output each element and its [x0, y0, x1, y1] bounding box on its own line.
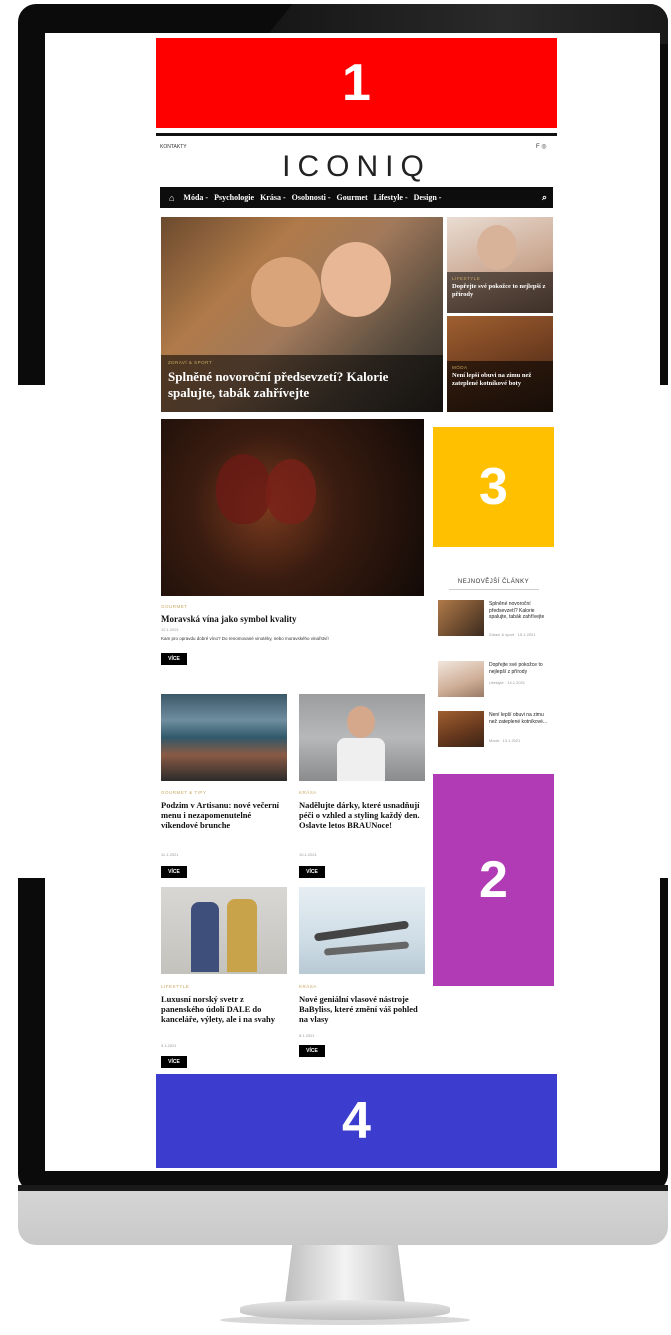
social-icons[interactable]: f ◎ — [536, 143, 547, 150]
feature-more-button[interactable]: VÍCE — [161, 653, 187, 665]
grid-person-face — [347, 706, 375, 738]
search-icon[interactable]: ⌕ — [542, 192, 547, 203]
grid-card-more-button[interactable]: VÍCE — [161, 866, 187, 878]
grid-card-title[interactable]: Podzim v Artisanu: nové večerní menu i n… — [161, 800, 287, 831]
nav-item-design[interactable]: Design - — [414, 193, 442, 202]
nav-item-psychologie[interactable]: Psychologie — [214, 193, 254, 202]
sidebar-item-meta: Lifestyle · 14.1.2021 — [489, 680, 526, 685]
nav-item-osobnosti[interactable]: Osobnosti - — [292, 193, 331, 202]
sidebar-title-rule — [449, 589, 539, 590]
hero-side-1-category[interactable]: LIFESTYLE — [452, 276, 480, 281]
bezel-cutout-right — [660, 385, 671, 878]
sidebar-item-title[interactable]: Splněné novoroční předsevzetí? Kalorie s… — [489, 601, 551, 621]
wine-glass-1 — [216, 454, 271, 524]
grid-card-title[interactable]: Nadělujte dárky, které usnadňují péči o … — [299, 800, 425, 831]
monitor-stand-neck — [285, 1245, 405, 1303]
header-rule — [156, 133, 557, 136]
nav-item-gourmet[interactable]: Gourmet — [337, 193, 368, 202]
grid-card-image[interactable] — [299, 694, 425, 781]
hero-person-face — [251, 257, 321, 327]
monitor-chin-edge — [18, 1185, 668, 1191]
sidebar-item-thumb[interactable] — [438, 600, 484, 636]
nav-item-moda[interactable]: Móda - — [183, 193, 208, 202]
nav-item-lifestyle[interactable]: Lifestyle - — [374, 193, 408, 202]
hero-side-card-2[interactable]: MÓDA Není lepší obuvi na zimu než zatepl… — [447, 316, 553, 412]
hero-side-card-1[interactable]: LIFESTYLE Dopřejte své pokožce to nejlep… — [447, 217, 553, 313]
sidebar-title: NEJNOVĚJŠÍ ČLÁNKY — [457, 579, 530, 585]
grid-card-more-button[interactable]: VÍCE — [299, 1045, 325, 1057]
sidebar-item-meta: Zdraví & sport · 15.1.2021 — [489, 632, 536, 637]
feature-excerpt: Kam pro opravdu dobré víno? Do renomovan… — [161, 636, 329, 641]
sidebar-item-meta: Móda · 13.1.2021 — [489, 738, 521, 743]
grid-card-image[interactable] — [299, 887, 425, 974]
grid-hair-tool — [313, 920, 410, 942]
ad-slot-number: 2 — [479, 851, 508, 909]
ad-slot-right-mid[interactable]: 2 — [433, 774, 554, 986]
sidebar-item-title[interactable]: Dopřejte své pokožce to nejlepší z příro… — [489, 662, 551, 675]
main-nav: ⌂ Móda - Psychologie Krása - Osobnosti -… — [160, 187, 553, 208]
ad-slot-top[interactable]: 1 — [156, 38, 557, 128]
site-logo[interactable]: ICONIQ — [156, 150, 557, 184]
grid-card-category[interactable]: GOURMET & TIPY — [161, 790, 206, 795]
bezel-cutout-left — [0, 385, 45, 878]
grid-card-category[interactable]: LIFESTYLE — [161, 984, 189, 989]
grid-hair-tool-2 — [323, 941, 410, 956]
home-icon[interactable]: ⌂ — [169, 193, 174, 203]
ad-slot-number: 3 — [479, 458, 508, 516]
ad-slot-number: 4 — [342, 1092, 371, 1150]
ad-slot-number: 1 — [342, 54, 371, 112]
grid-card-more-button[interactable]: VÍCE — [299, 866, 325, 878]
grid-card-more-button[interactable]: VÍCE — [161, 1056, 187, 1068]
grid-card-date: 11.1.2021 — [161, 852, 179, 857]
grid-person-sweater-2 — [227, 899, 257, 972]
grid-card-title[interactable]: Nové geniální vlasové nástroje BaByliss,… — [299, 994, 425, 1025]
ad-slot-right-top[interactable]: 3 — [433, 427, 554, 547]
hero-side-2-category[interactable]: MÓDA — [452, 365, 468, 370]
monitor-stand-base — [240, 1300, 450, 1320]
grid-card-title[interactable]: Luxusní norský svetr z panenského údolí … — [161, 994, 287, 1025]
hero-main-title[interactable]: Splněné novoroční předsevzetí? Kalorie s… — [168, 369, 433, 400]
hero-side-person — [477, 225, 517, 270]
hero-side-2-title[interactable]: Není lepší obuvi na zimu než zateplené k… — [452, 372, 550, 388]
wine-glass-2 — [266, 459, 316, 524]
grid-card-date: 9.1.2021 — [161, 1043, 177, 1048]
grid-person-sweater — [191, 902, 219, 972]
sidebar-item-thumb[interactable] — [438, 711, 484, 747]
grid-card-category[interactable]: KRÁSA — [299, 984, 317, 989]
ad-slot-bottom[interactable]: 4 — [156, 1074, 557, 1168]
grid-person-shirt — [337, 738, 385, 781]
nav-item-krasa[interactable]: Krása - — [260, 193, 286, 202]
feature-category[interactable]: GOURMET — [161, 604, 188, 609]
monitor-chin — [18, 1185, 668, 1245]
hero-person-face-2 — [321, 242, 391, 317]
sidebar-item-thumb[interactable] — [438, 661, 484, 697]
grid-card-date: 10.1.2021 — [299, 852, 317, 857]
hero-main-card[interactable]: ZDRAVÍ & SPORT Splněné novoroční předsev… — [161, 217, 443, 412]
feature-date: 12.1.2021 — [161, 627, 179, 632]
grid-card-image[interactable] — [161, 694, 287, 781]
hero-side-1-title[interactable]: Dopřejte své pokožce to nejlepší z příro… — [452, 283, 550, 299]
sidebar-item-title[interactable]: Není lepší obuvi na zimu než zateplené k… — [489, 712, 551, 725]
grid-card-image[interactable] — [161, 887, 287, 974]
grid-card-date: 8.1.2021 — [299, 1033, 315, 1038]
hero-main-category[interactable]: ZDRAVÍ & SPORT — [168, 360, 212, 365]
feature-image[interactable] — [161, 419, 424, 596]
grid-card-category[interactable]: KRÁSA — [299, 790, 317, 795]
feature-title[interactable]: Moravská vína jako symbol kvality — [161, 614, 297, 625]
